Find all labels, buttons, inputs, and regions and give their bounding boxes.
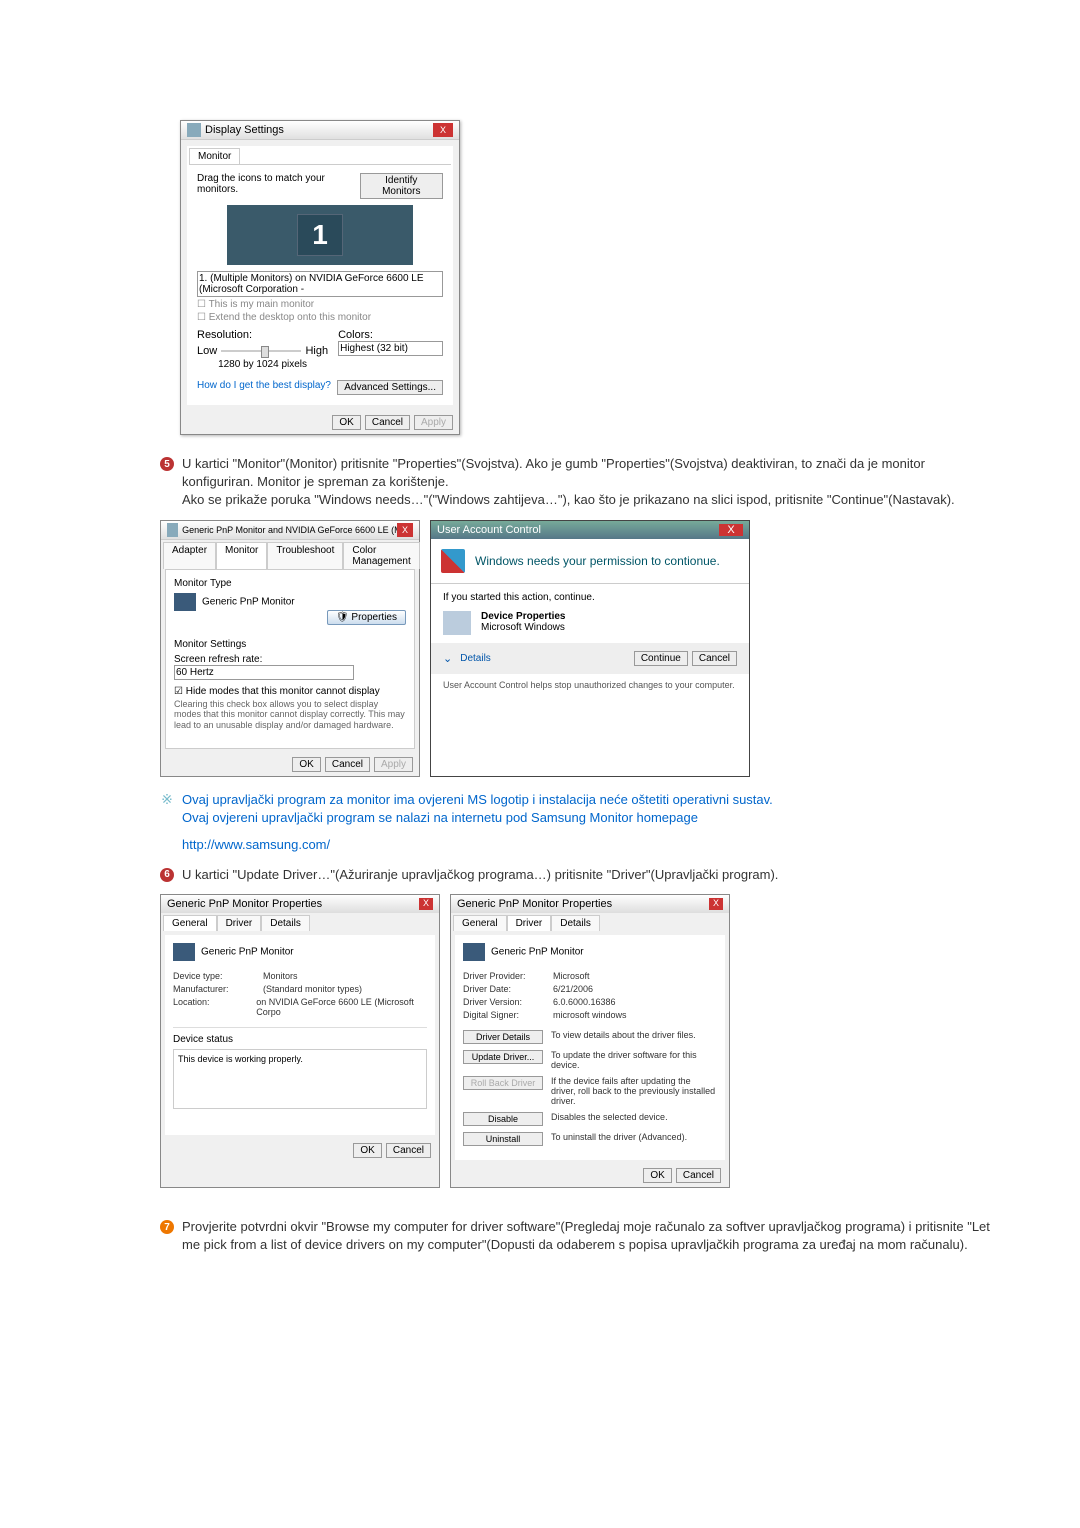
ok-button[interactable]: OK bbox=[353, 1143, 381, 1158]
extend-desktop-checkbox[interactable]: ☐ Extend the desktop onto this monitor bbox=[197, 312, 443, 323]
monitor-settings-label: Monitor Settings bbox=[174, 639, 406, 650]
tab-row: Monitor bbox=[189, 148, 451, 165]
uac-app-name: Device Properties bbox=[481, 611, 566, 622]
tab-general[interactable]: General bbox=[453, 915, 507, 931]
hide-modes-text: Clearing this check box allows you to se… bbox=[174, 699, 406, 731]
monitor-icon bbox=[167, 523, 178, 537]
step-6: 6 U kartici "Update Driver…"(Ažuriranje … bbox=[160, 866, 1000, 884]
note-text: Ovaj upravljački program za monitor ima … bbox=[182, 791, 1000, 827]
device-status-box: This device is working properly. bbox=[173, 1049, 427, 1109]
close-icon[interactable]: X bbox=[419, 898, 433, 910]
close-icon[interactable]: X bbox=[397, 523, 413, 537]
rollback-driver-button[interactable]: Roll Back Driver bbox=[463, 1076, 543, 1090]
bullet-6-icon: 6 bbox=[160, 868, 174, 882]
tab-adapter[interactable]: Adapter bbox=[163, 542, 216, 569]
colors-label: Colors: bbox=[338, 329, 443, 341]
uac-dialog: User Account Control X Windows needs you… bbox=[430, 520, 750, 777]
properties-button[interactable]: 🛡 Properties bbox=[327, 610, 406, 625]
resolution-label: Resolution: bbox=[197, 329, 328, 341]
chevron-down-icon[interactable]: ⌄ bbox=[443, 652, 452, 665]
continue-button[interactable]: Continue bbox=[634, 651, 688, 666]
update-driver-button[interactable]: Update Driver... bbox=[463, 1050, 543, 1064]
refresh-rate-label: Screen refresh rate: bbox=[174, 654, 406, 665]
apply-button[interactable]: Apply bbox=[374, 757, 413, 772]
drag-label: Drag the icons to match your monitors. bbox=[197, 173, 360, 199]
uac-app-publisher: Microsoft Windows bbox=[481, 622, 566, 633]
identify-monitors-button[interactable]: Identify Monitors bbox=[360, 173, 443, 199]
cancel-button[interactable]: Cancel bbox=[325, 757, 370, 772]
slider-thumb[interactable] bbox=[261, 346, 269, 358]
shield-icon bbox=[441, 549, 465, 573]
resolution-value: 1280 by 1024 pixels bbox=[197, 359, 328, 370]
note: ※ Ovaj upravljački program za monitor im… bbox=[160, 791, 1000, 827]
dialog-titlebar: Display Settings X bbox=[181, 121, 459, 140]
monitor-icon bbox=[174, 593, 196, 611]
samsung-link[interactable]: http://www.samsung.com/ bbox=[182, 837, 1000, 852]
bullet-7-icon: 7 bbox=[160, 1220, 174, 1234]
cancel-button[interactable]: Cancel bbox=[386, 1143, 431, 1158]
cancel-button[interactable]: Cancel bbox=[365, 415, 410, 430]
step-7: 7 Provjerite potvrdni okvir "Browse my c… bbox=[160, 1218, 1000, 1254]
close-icon[interactable]: X bbox=[719, 524, 743, 536]
monitor-preview[interactable]: 1 bbox=[227, 205, 413, 265]
monitor-select[interactable]: 1. (Multiple Monitors) on NVIDIA GeForce… bbox=[197, 271, 443, 297]
uac-footer-text: User Account Control helps stop unauthor… bbox=[431, 674, 749, 700]
monitor-1-box[interactable]: 1 bbox=[297, 214, 343, 256]
help-link[interactable]: How do I get the best display? bbox=[197, 380, 331, 395]
resolution-slider[interactable]: Low High bbox=[197, 345, 328, 357]
tab-monitor[interactable]: Monitor bbox=[216, 542, 267, 569]
prop-titlebar: Generic PnP Monitor and NVIDIA GeForce 6… bbox=[161, 521, 419, 540]
tab-color-management[interactable]: Color Management bbox=[343, 542, 419, 569]
close-icon[interactable]: X bbox=[433, 123, 453, 137]
dialog-title: Display Settings bbox=[205, 124, 284, 136]
cancel-button[interactable]: Cancel bbox=[676, 1168, 721, 1183]
advanced-settings-button[interactable]: Advanced Settings... bbox=[337, 380, 443, 395]
tab-driver[interactable]: Driver bbox=[507, 915, 552, 931]
step-5-text: U kartici "Monitor"(Monitor) pritisnite … bbox=[182, 455, 1000, 510]
ok-button[interactable]: OK bbox=[643, 1168, 671, 1183]
tab-driver[interactable]: Driver bbox=[217, 915, 262, 931]
bullet-5-icon: 5 bbox=[160, 457, 174, 471]
monitor-icon bbox=[173, 943, 195, 961]
uac-started-text: If you started this action, continue. bbox=[443, 592, 737, 603]
details-link[interactable]: Details bbox=[460, 653, 491, 664]
tab-details[interactable]: Details bbox=[261, 915, 310, 931]
driver-titlebar: Generic PnP Monitor Properties X bbox=[451, 895, 729, 913]
ok-button[interactable]: OK bbox=[292, 757, 320, 772]
step-5: 5 U kartici "Monitor"(Monitor) pritisnit… bbox=[160, 455, 1000, 510]
uac-titlebar: User Account Control X bbox=[431, 521, 749, 539]
driver-titlebar: Generic PnP Monitor Properties X bbox=[161, 895, 439, 913]
hide-modes-checkbox[interactable]: ☑ Hide modes that this monitor cannot di… bbox=[174, 686, 406, 697]
ok-button[interactable]: OK bbox=[332, 415, 360, 430]
tab-details[interactable]: Details bbox=[551, 915, 600, 931]
monitor-icon bbox=[463, 943, 485, 961]
monitor-type-label: Monitor Type bbox=[174, 578, 406, 589]
driver-tab-dialog: Generic PnP Monitor Properties X General… bbox=[450, 894, 730, 1188]
monitor-properties-dialog: Generic PnP Monitor and NVIDIA GeForce 6… bbox=[160, 520, 420, 777]
driver-general-dialog: Generic PnP Monitor Properties X General… bbox=[160, 894, 440, 1188]
apply-button[interactable]: Apply bbox=[414, 415, 453, 430]
display-settings-dialog: Display Settings X Monitor Drag the icon… bbox=[180, 120, 460, 435]
close-icon[interactable]: X bbox=[709, 898, 723, 910]
step-6-text: U kartici "Update Driver…"(Ažuriranje up… bbox=[182, 866, 1000, 884]
tab-troubleshoot[interactable]: Troubleshoot bbox=[267, 542, 343, 569]
main-monitor-checkbox[interactable]: ☐ This is my main monitor bbox=[197, 299, 443, 310]
colors-select[interactable]: Highest (32 bit) bbox=[338, 341, 443, 356]
device-status-label: Device status bbox=[173, 1034, 427, 1045]
refresh-rate-select[interactable]: 60 Hertz bbox=[174, 665, 354, 680]
cancel-button[interactable]: Cancel bbox=[692, 651, 737, 666]
monitor-icon bbox=[187, 123, 201, 137]
step-7-text: Provjerite potvrdni okvir "Browse my com… bbox=[182, 1218, 1000, 1254]
disable-button[interactable]: Disable bbox=[463, 1112, 543, 1126]
asterisk-icon: ※ bbox=[160, 791, 174, 808]
uninstall-button[interactable]: Uninstall bbox=[463, 1132, 543, 1146]
driver-details-button[interactable]: Driver Details bbox=[463, 1030, 543, 1044]
uac-message: Windows needs your permission to contion… bbox=[475, 554, 720, 568]
app-icon bbox=[443, 611, 471, 635]
tab-monitor[interactable]: Monitor bbox=[189, 148, 240, 164]
tab-general[interactable]: General bbox=[163, 915, 217, 931]
